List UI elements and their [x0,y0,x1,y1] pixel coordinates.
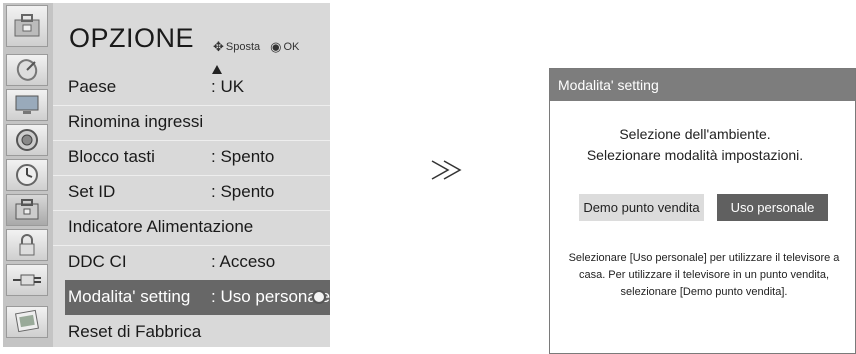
move-arrows-icon: ✥ [213,39,224,54]
option-icon[interactable] [6,194,48,226]
uso-personale-button[interactable]: Uso personale [717,194,828,221]
navigation-hint: ✥ Sposta ◉ OK [213,39,299,55]
dialog-message-line2: Selezionare modalità impostazioni. [586,147,804,163]
ok-indicator-icon [312,290,326,304]
menu-item-value: : UK [211,77,245,96]
menu-item-rinomina-ingressi[interactable]: Rinomina ingressi [65,105,330,140]
dialog-description: Selezionare [Uso personale] per utilizza… [568,252,840,298]
menu-item-label: Modalita' setting [68,287,191,306]
menu-item-label: Rinomina ingressi [68,112,204,131]
menu-item-paese[interactable]: Paese : UK [65,70,330,105]
menu-item-label: DDC CI [68,252,127,271]
lock-icon[interactable] [6,229,48,261]
menu-item-value: : Spento [211,182,275,201]
dialog-title: Modalita' setting [558,77,659,93]
monitor-icon[interactable] [6,89,48,121]
hint-move-label: Sposta [225,41,261,53]
menu-item-blocco-tasti[interactable]: Blocco tasti : Spento [65,140,330,175]
menu-item-label: Reset di Fabbrica [68,322,202,341]
menu-item-value: : Acceso [211,252,276,271]
menu-item-label: Set ID [68,182,116,201]
photo-icon[interactable] [6,306,48,338]
menu-item-label: Indicatore Alimentazione [68,217,254,236]
menu-title: OPZIONE [69,23,195,53]
transition-arrow-icon [430,158,464,187]
clock-icon[interactable] [6,159,48,191]
ok-button-icon: ◉ [270,39,282,54]
dialog-title-bar: Modalita' setting [550,69,855,101]
menu-item-label: Blocco tasti [68,147,155,166]
menu-item-reset-di-fabbrica[interactable]: Reset di Fabbrica [65,315,330,350]
menu-item-set-id[interactable]: Set ID : Spento [65,175,330,210]
option-menu-icon [6,5,48,47]
dialog-message-line1: Selezione dell'ambiente. [619,126,771,142]
menu-item-ddc-ci[interactable]: DDC CI : Acceso [65,245,330,280]
satellite-dish-icon[interactable] [6,54,48,86]
input-plug-icon[interactable] [6,264,48,296]
menu-icon-column [3,3,53,347]
menu-item-value: : Spento [211,147,275,166]
demo-punto-vendita-button[interactable]: Demo punto vendita [579,194,704,221]
menu-item-label: Paese [68,77,117,96]
menu-item-indicatore-alimentazione[interactable]: Indicatore Alimentazione [65,210,330,245]
hint-ok-label: OK [283,41,300,53]
speaker-icon[interactable] [6,124,48,156]
menu-item-modalita-setting[interactable]: Modalita' setting : Uso personale [65,280,330,315]
option-menu-panel: OPZIONE ✥ Sposta ◉ OK Paese : UK Rinomin… [3,3,330,347]
modalita-setting-dialog: Modalita' setting Selezione dell'ambient… [549,68,856,354]
